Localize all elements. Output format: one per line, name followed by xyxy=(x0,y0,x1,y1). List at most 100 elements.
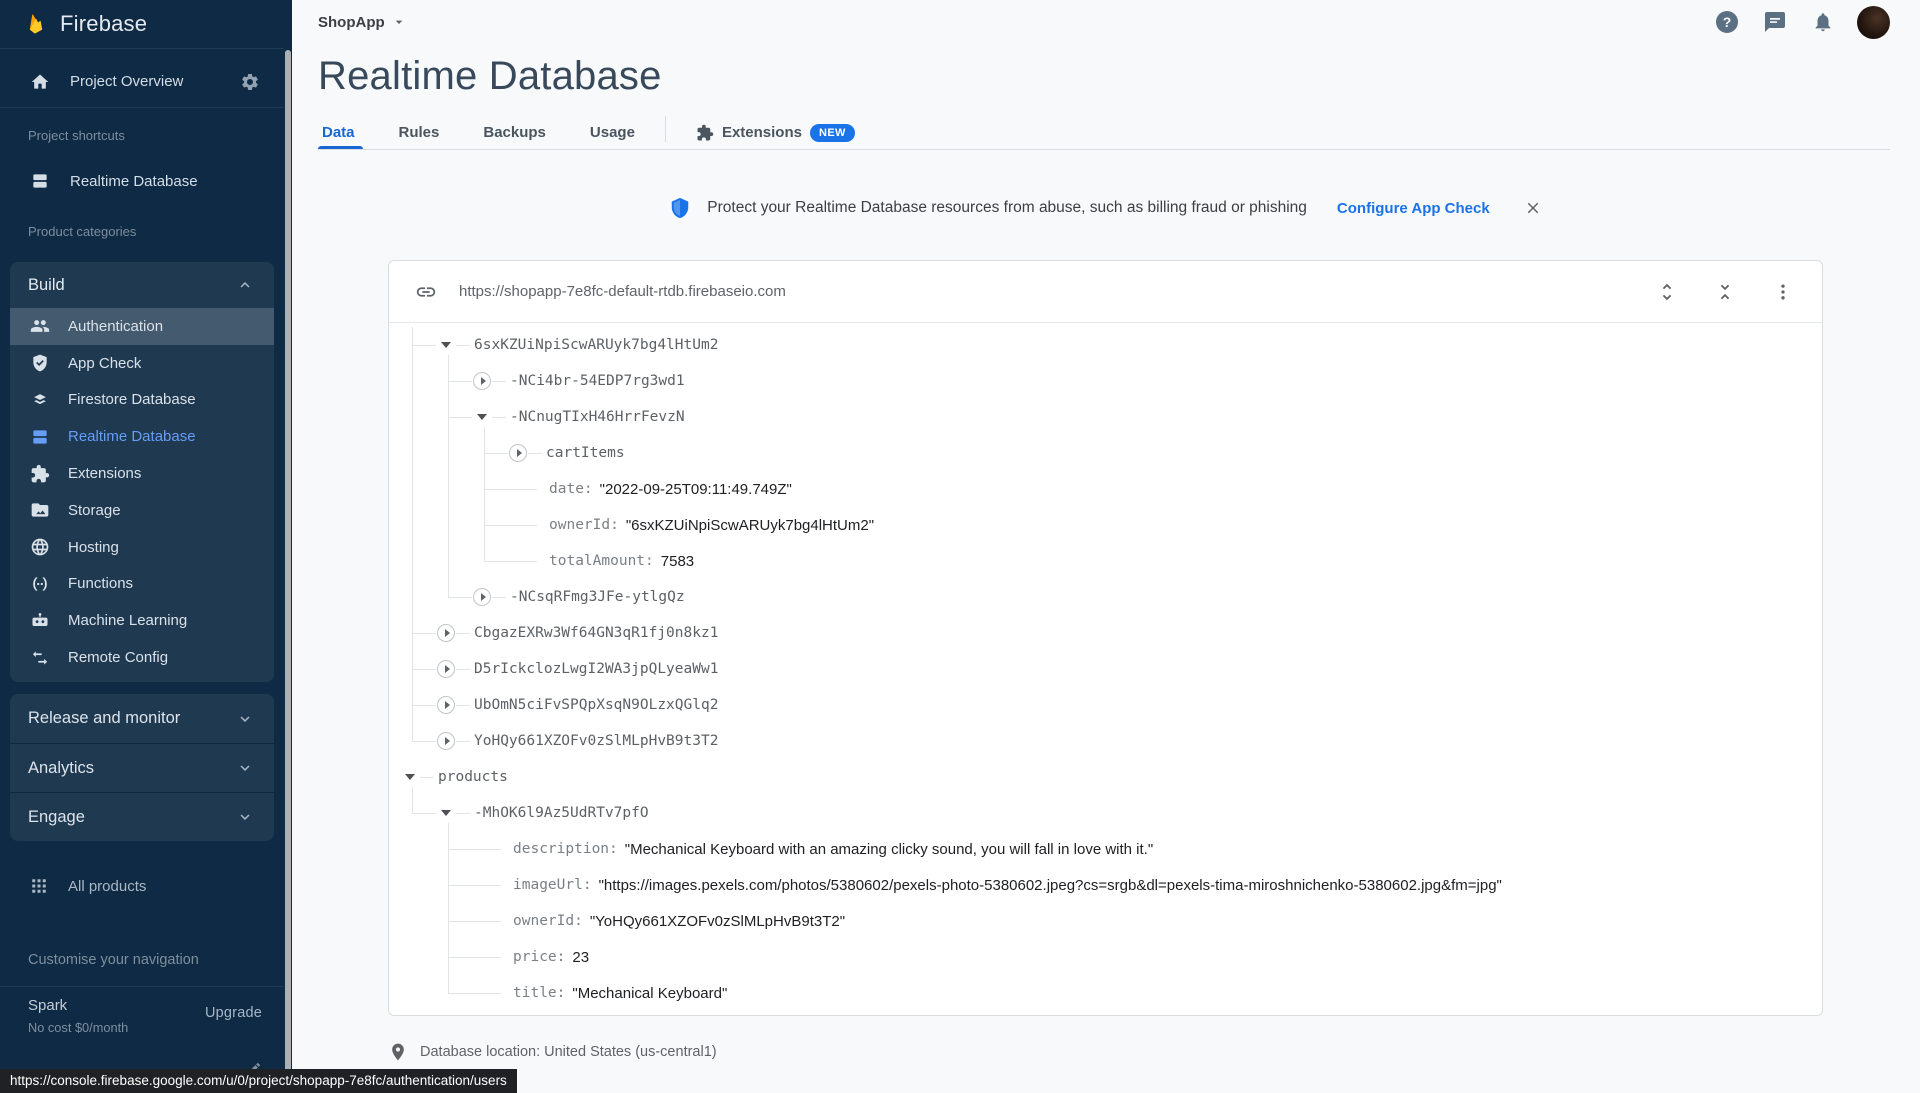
sidebar-scrollbar[interactable] xyxy=(284,0,292,1093)
more-options-button[interactable] xyxy=(1770,279,1796,305)
collapse-all-button[interactable] xyxy=(1712,279,1738,305)
project-switcher[interactable]: ShopApp xyxy=(318,14,407,31)
upgrade-button[interactable]: Upgrade xyxy=(205,1005,262,1021)
tab-usage[interactable]: Usage xyxy=(568,112,657,149)
people-icon xyxy=(30,316,50,336)
database-location-text: Database location: United States (us-cen… xyxy=(420,1044,717,1060)
sidebar-item-realtime-database[interactable]: Realtime Database xyxy=(10,418,274,455)
triangle-down-icon xyxy=(441,810,451,816)
sidebar-item-machine-learning[interactable]: Machine Learning xyxy=(10,602,274,639)
caret-down-icon xyxy=(391,14,407,30)
sidebar-item-remote-config[interactable]: Remote Config xyxy=(10,639,274,676)
sidebar-shortcut-realtime-database[interactable]: Realtime Database xyxy=(0,158,284,204)
tree-leaf-row[interactable]: ownerId: "6sxKZUiNpiScwARUyk7bg4lHtUm2" xyxy=(389,507,1822,543)
expand-all-button[interactable] xyxy=(1654,279,1680,305)
tab-data[interactable]: Data xyxy=(318,112,377,149)
gear-icon[interactable] xyxy=(240,72,260,92)
tree-leaf-row[interactable]: imageUrl: "https://images.pexels.com/phot… xyxy=(389,867,1822,903)
sidebar-item-hosting[interactable]: Hosting xyxy=(10,529,274,566)
build-section-header[interactable]: Build xyxy=(10,262,274,308)
collapse-node-toggle[interactable] xyxy=(400,767,420,787)
tree-leaf-row[interactable]: description: "Mechanical Keyboard with an… xyxy=(389,831,1822,867)
tree-leaf-row[interactable]: price: 23 xyxy=(389,939,1822,975)
sidebar-item-extensions[interactable]: Extensions xyxy=(10,455,274,492)
tree-leaf-row[interactable]: title: "Mechanical Keyboard" xyxy=(389,975,1822,1011)
tree-node-row[interactable]: -MhOK6l9Az5UdRTv7pfO xyxy=(389,795,1822,831)
sidebar-section-analytics[interactable]: Analytics xyxy=(10,743,274,792)
play-circle-icon xyxy=(437,624,455,642)
tree-node-row[interactable]: -NCsqRFmg3JFe-ytlgQz xyxy=(389,579,1822,615)
tab-label: Rules xyxy=(398,124,440,141)
tree-value: "Mechanical Keyboard with an amazing cli… xyxy=(624,840,1154,858)
sidebar-item-project-overview[interactable]: Project Overview xyxy=(0,56,284,108)
tree-key: totalAmount: xyxy=(549,553,654,569)
tree-node-row[interactable]: D5rIckclozLwgI2WA3jpQLyeaWw1 xyxy=(389,651,1822,687)
sidebar-section-engage[interactable]: Engage xyxy=(10,792,274,841)
tree-leaf-row[interactable]: date: "2022-09-25T09:11:49.749Z" xyxy=(389,471,1822,507)
shield-icon xyxy=(669,197,691,219)
tree-key: ownerId: xyxy=(549,517,619,533)
help-button[interactable]: ? xyxy=(1713,8,1741,36)
tree-node-row[interactable]: CbgazEXRw3Wf64GN3qR1fj0n8kz1 xyxy=(389,615,1822,651)
sidebar-section-release-and-monitor[interactable]: Release and monitor xyxy=(10,694,274,743)
play-circle-icon xyxy=(437,696,455,714)
tab-rules[interactable]: Rules xyxy=(377,112,462,149)
sidebar-item-storage[interactable]: Storage xyxy=(10,492,274,529)
nav-item-label: Functions xyxy=(68,575,134,593)
tab-extensions[interactable]: Extensions NEW xyxy=(674,112,877,149)
expand-node-toggle[interactable] xyxy=(436,659,456,679)
expand-node-toggle[interactable] xyxy=(436,731,456,751)
sidebar-item-functions[interactable]: Functions xyxy=(10,566,274,603)
tree-value: 23 xyxy=(572,948,590,966)
tree-node-row[interactable]: -NCi4br-54EDP7rg3wd1 xyxy=(389,363,1822,399)
tree-key: description: xyxy=(513,841,618,857)
tree-node-row[interactable]: cartItems xyxy=(389,435,1822,471)
tab-label: Extensions xyxy=(721,124,802,141)
project-overview-label: Project Overview xyxy=(70,73,184,90)
nav-item-label: Hosting xyxy=(68,538,119,556)
close-icon[interactable] xyxy=(1524,199,1542,217)
build-items: Authentication App Check Firestore Databas… xyxy=(10,308,274,676)
sidebar-item-all-products[interactable]: All products xyxy=(0,862,284,910)
collapse-node-toggle[interactable] xyxy=(472,407,492,427)
expand-node-toggle[interactable] xyxy=(472,587,492,607)
tree-node-row[interactable]: -NCnugTIxH46HrrFevzN xyxy=(389,399,1822,435)
collapse-node-toggle[interactable] xyxy=(436,803,456,823)
scrollbar-thumb[interactable] xyxy=(285,50,291,1093)
sidebar-item-firestore-database[interactable]: Firestore Database xyxy=(10,382,274,419)
chevron-down-icon xyxy=(236,710,254,728)
tab-label: Data xyxy=(322,124,355,141)
tree-node-row[interactable]: UbOmN5ciFvSPQpXsqN9OLzxQGlq2 xyxy=(389,687,1822,723)
expand-node-toggle[interactable] xyxy=(472,371,492,391)
user-avatar[interactable] xyxy=(1857,5,1890,39)
expand-node-toggle[interactable] xyxy=(436,695,456,715)
feedback-icon xyxy=(1763,10,1787,34)
sidebar-item-app-check[interactable]: App Check xyxy=(10,345,274,382)
kebab-menu-icon xyxy=(1773,282,1793,302)
sidebar-item-authentication[interactable]: Authentication xyxy=(10,308,274,345)
help-icon: ? xyxy=(1716,11,1738,33)
firebase-logo-header[interactable]: Firebase xyxy=(0,0,284,49)
tree-connector-line xyxy=(484,427,485,561)
notifications-button[interactable] xyxy=(1809,8,1837,36)
tree-node-row[interactable]: YoHQy661XZOFv0zSlMLpHvB9t3T2 xyxy=(389,723,1822,759)
tree-key: title: xyxy=(513,985,566,1001)
unfold-more-icon xyxy=(1656,281,1678,303)
plan-block: Spark No cost $0/month Upgrade xyxy=(0,986,284,1035)
tree-node-row[interactable]: products xyxy=(389,759,1822,795)
tree-leaf-row[interactable]: ownerId: "YoHQy661XZOFv0zSlMLpHvB9t3T2" xyxy=(389,903,1822,939)
tree-leaf-row[interactable]: totalAmount: 7583 xyxy=(389,543,1822,579)
configure-app-check-link[interactable]: Configure App Check xyxy=(1337,200,1490,217)
feedback-button[interactable] xyxy=(1761,8,1789,36)
play-circle-icon xyxy=(473,588,491,606)
tree-node-row[interactable]: 6sxKZUiNpiScwARUyk7bg4lHtUm2 xyxy=(389,327,1822,363)
tree-key: -NCnugTIxH46HrrFevzN xyxy=(510,409,685,425)
tree-key: cartItems xyxy=(546,445,625,461)
expand-node-toggle[interactable] xyxy=(436,623,456,643)
expand-node-toggle[interactable] xyxy=(508,443,528,463)
tree-key: date: xyxy=(549,481,593,497)
tree-key: UbOmN5ciFvSPQpXsqN9OLzxQGlq2 xyxy=(474,697,719,713)
database-url[interactable]: https://shopapp-7e8fc-default-rtdb.fireb… xyxy=(459,283,786,300)
tab-backups[interactable]: Backups xyxy=(461,112,568,149)
collapse-node-toggle[interactable] xyxy=(436,335,456,355)
